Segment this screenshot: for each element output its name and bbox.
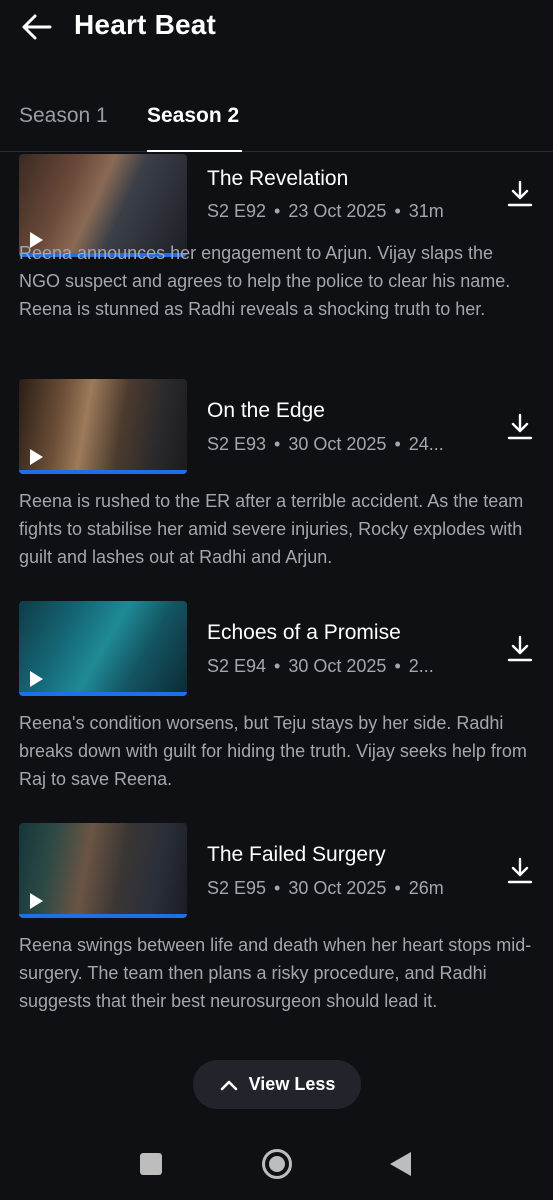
play-icon xyxy=(30,449,43,465)
episode-date: 30 Oct 2025 xyxy=(288,878,387,898)
page-title: Heart Beat xyxy=(74,9,217,40)
episode-thumbnail[interactable] xyxy=(19,823,187,918)
episode-date: 23 Oct 2025 xyxy=(288,201,387,221)
episode-meta: S2 E95 • 30 Oct 2025 • 26m xyxy=(207,878,477,899)
episode-duration: 24... xyxy=(408,434,444,454)
episode-thumbnail[interactable] xyxy=(19,601,187,696)
episode-list: The Revelation S2 E92 • 23 Oct 2025 • 31m Re… xyxy=(0,153,553,1053)
arrow-left-icon xyxy=(22,14,52,40)
recent-apps-icon[interactable] xyxy=(140,1153,162,1175)
download-icon[interactable] xyxy=(505,179,535,209)
episode-title[interactable]: The Revelation xyxy=(207,167,348,191)
episode-code: S2 E92 xyxy=(207,201,267,221)
episode-thumbnail[interactable] xyxy=(19,379,187,474)
play-icon xyxy=(30,671,43,687)
episode-title[interactable]: On the Edge xyxy=(207,399,325,423)
episode-meta: S2 E94 • 30 Oct 2025 • 2... xyxy=(207,656,477,677)
meta-separator: • xyxy=(274,201,281,221)
episode-meta: S2 E93 • 30 Oct 2025 • 24... xyxy=(207,434,477,455)
system-back-icon[interactable] xyxy=(390,1152,411,1176)
episode-date: 30 Oct 2025 xyxy=(288,434,387,454)
meta-separator: • xyxy=(274,656,281,676)
episode-code: S2 E93 xyxy=(207,434,267,454)
watch-progress-bar xyxy=(19,914,187,918)
episode-duration: 2... xyxy=(408,656,434,676)
download-icon[interactable] xyxy=(505,856,535,886)
episode-code: S2 E94 xyxy=(207,656,267,676)
app-header: Heart Beat xyxy=(0,0,553,60)
active-tab-indicator xyxy=(147,150,242,152)
season-tabs: Season 1 Season 2 xyxy=(0,96,553,152)
watch-progress-bar xyxy=(19,692,187,696)
play-icon xyxy=(30,893,43,909)
tab-season-1[interactable]: Season 1 xyxy=(19,104,108,128)
home-icon[interactable] xyxy=(262,1149,292,1179)
episode-code: S2 E95 xyxy=(207,878,267,898)
meta-separator: • xyxy=(394,878,401,898)
meta-separator: • xyxy=(394,201,401,221)
episode-description: Reena swings between life and death when… xyxy=(19,935,532,1011)
episode-description: Reena announces her engagement to Arjun.… xyxy=(19,243,511,319)
episode-description: Reena's condition worsens, but Teju stay… xyxy=(19,713,527,789)
episode-date: 30 Oct 2025 xyxy=(288,656,387,676)
episode-duration: 26m xyxy=(408,878,444,898)
watch-progress-bar xyxy=(19,470,187,474)
view-less-label: View Less xyxy=(248,1074,336,1094)
view-less-button[interactable]: View Less xyxy=(193,1060,361,1109)
meta-separator: • xyxy=(274,434,281,454)
download-icon[interactable] xyxy=(505,634,535,664)
episode-meta: S2 E92 • 23 Oct 2025 • 31m xyxy=(207,201,477,222)
episode-list-screen: Heart Beat Season 1 Season 2 The Revelat… xyxy=(0,0,553,1200)
episode-description: Reena is rushed to the ER after a terrib… xyxy=(19,491,524,567)
system-nav-bar xyxy=(0,1130,553,1200)
meta-separator: • xyxy=(394,656,401,676)
episode-title[interactable]: Echoes of a Promise xyxy=(207,621,401,645)
chevron-up-icon xyxy=(220,1080,237,1090)
download-icon[interactable] xyxy=(505,412,535,442)
episode-duration: 31m xyxy=(408,201,444,221)
tab-season-2[interactable]: Season 2 xyxy=(147,104,239,128)
meta-separator: • xyxy=(274,878,281,898)
episode-title[interactable]: The Failed Surgery xyxy=(207,843,386,867)
back-button[interactable] xyxy=(20,12,54,42)
meta-separator: • xyxy=(394,434,401,454)
